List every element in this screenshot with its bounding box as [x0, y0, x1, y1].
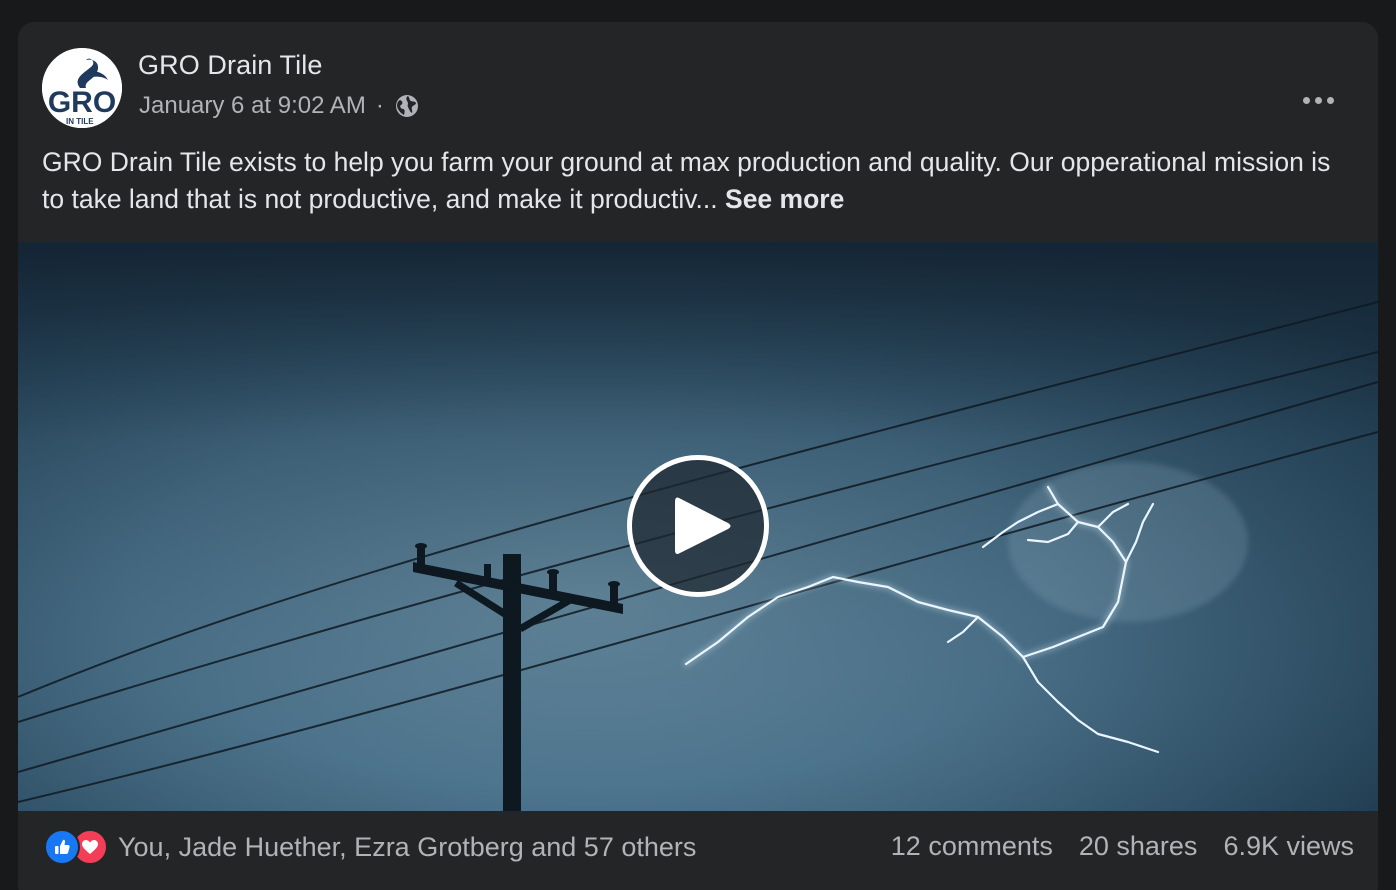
video-player[interactable] [18, 242, 1378, 811]
svg-text:GRO: GRO [48, 86, 116, 119]
views-count[interactable]: 6.9K views [1223, 831, 1354, 862]
post-meta: January 6 at 9:02 AM · [139, 92, 420, 120]
globe-icon[interactable] [394, 93, 420, 119]
meta-separator: · [375, 92, 384, 119]
more-dot [1302, 96, 1310, 104]
post-timestamp[interactable]: January 6 at 9:02 AM [139, 92, 366, 120]
more-dot [1314, 96, 1322, 104]
post-header: GRO IN TILE GRO Drain Tile January 6 at … [42, 46, 1354, 128]
page-name[interactable]: GRO Drain Tile [138, 50, 322, 81]
see-more-link[interactable]: See more [725, 184, 844, 214]
page-avatar[interactable]: GRO IN TILE [42, 48, 122, 128]
more-dot [1326, 96, 1334, 104]
post-text: GRO Drain Tile exists to help you farm y… [42, 144, 1342, 218]
comments-count[interactable]: 12 comments [891, 831, 1053, 862]
post-card: GRO IN TILE GRO Drain Tile January 6 at … [18, 22, 1378, 890]
more-options-button[interactable] [1298, 80, 1338, 120]
shares-count[interactable]: 20 shares [1079, 831, 1198, 862]
gro-logo-icon: GRO IN TILE [42, 48, 122, 128]
svg-text:IN TILE: IN TILE [66, 117, 94, 126]
reaction-names[interactable]: You, Jade Huether, Ezra Grotberg and 57 … [118, 832, 696, 863]
reactions-summary[interactable]: You, Jade Huether, Ezra Grotberg and 57 … [44, 829, 696, 865]
play-icon [675, 497, 731, 554]
post-body-text: GRO Drain Tile exists to help you farm y… [42, 147, 1331, 214]
engagement-stats: 12 comments 20 shares 6.9K views [865, 831, 1354, 862]
like-icon [44, 829, 80, 865]
engagement-bar: You, Jade Huether, Ezra Grotberg and 57 … [18, 811, 1378, 881]
play-button[interactable] [627, 455, 769, 597]
